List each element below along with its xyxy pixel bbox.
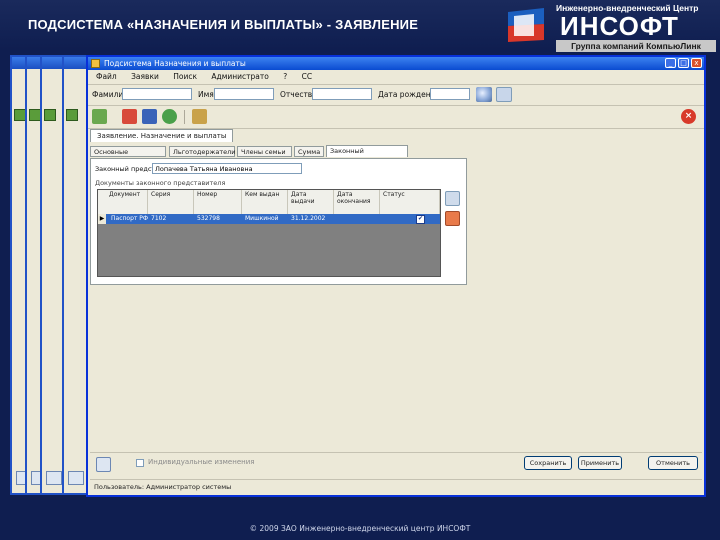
tab-representative[interactable]: Законный представитель <box>326 145 408 166</box>
menu-item-search[interactable]: Поиск <box>173 72 197 81</box>
new-document-icon[interactable] <box>92 109 107 124</box>
document-icon <box>66 109 78 121</box>
status-bar: Пользователь: Администратор системы <box>90 479 702 493</box>
individual-changes-label: Индивидуальные изменения <box>148 458 255 466</box>
save-button[interactable]: Сохранить <box>524 456 572 470</box>
close-button[interactable]: x <box>691 58 702 68</box>
clear-search-icon[interactable] <box>496 87 512 102</box>
individual-changes-checkbox[interactable] <box>136 459 144 467</box>
copyright: © 2009 ЗАО Инженерно-внедренческий центр… <box>249 524 471 533</box>
toolbar: × <box>88 106 704 129</box>
save-icon[interactable] <box>142 109 157 124</box>
app-icon <box>91 59 100 68</box>
tab-main-info[interactable]: Основные сведения <box>90 146 166 167</box>
row-selector-icon[interactable]: ▶ <box>98 214 106 224</box>
name-input[interactable] <box>214 88 274 100</box>
cancel-button[interactable]: Отменить <box>648 456 698 470</box>
column-header-status[interactable]: Статус <box>380 190 440 214</box>
logo-group: Группа компаний КомпьюЛинк <box>556 40 716 52</box>
window-title: Подсистема Назначения и выплаты <box>104 59 246 68</box>
column-header-number[interactable]: Номер <box>194 190 242 214</box>
menu-item-file[interactable]: Файл <box>96 72 117 81</box>
menu-item-requests[interactable]: Заявки <box>131 72 159 81</box>
representative-panel: Законный предст. Лопачева Татьяна Иванов… <box>90 158 467 285</box>
surname-input[interactable] <box>122 88 192 100</box>
birthdate-input[interactable] <box>430 88 470 100</box>
grid-header: Документ Серия Номер Кем выдан Дата выда… <box>98 190 440 215</box>
logo-name: ИНСОФТ <box>560 11 679 41</box>
column-header-issue-date[interactable]: Дата выдачи <box>288 190 334 214</box>
cell-issue-date: 31.12.2002 <box>291 215 326 222</box>
cell-end-date <box>334 214 337 224</box>
name-label: Имя <box>198 90 214 99</box>
table-row[interactable]: Паспорт РФ 7102 532798 Мишкиной 31.12.20… <box>98 214 440 224</box>
column-header-end-date[interactable]: Дата окончания <box>334 190 380 214</box>
cell-issued-by: Мишкиной <box>245 215 279 222</box>
slide-header: ПОДСИСТЕМА «НАЗНАЧЕНИЯ И ВЫПЛАТЫ» - ЗАЯВ… <box>0 0 720 52</box>
window-controls: _ □ x <box>665 58 702 68</box>
close-document-icon[interactable]: × <box>681 109 696 124</box>
footer-bar: Индивидуальные изменения Сохранить Приме… <box>90 452 702 475</box>
slide-title: ПОДСИСТЕМА «НАЗНАЧЕНИЯ И ВЫПЛАТЫ» - ЗАЯВ… <box>28 17 419 32</box>
tab-beneficiaries[interactable]: Льготодержатели <box>169 146 236 157</box>
menu-item-admin[interactable]: Администрато <box>211 72 268 81</box>
status-checkbox[interactable]: ✔ <box>416 215 425 224</box>
attachment-icon[interactable] <box>96 457 111 472</box>
menu-item-cc[interactable]: СС <box>302 72 312 81</box>
patronymic-input[interactable] <box>312 88 372 100</box>
search-bar: Фамилия Имя Отчество Дата рождения <box>88 85 704 106</box>
representative-label: Законный предст. <box>95 165 158 173</box>
maximize-button[interactable]: □ <box>678 58 689 68</box>
menu-item-help[interactable]: ? <box>283 72 287 81</box>
tab-document[interactable]: Заявление. Назначение и выплаты <box>90 129 234 142</box>
stacked-window-footer-button[interactable] <box>68 471 84 485</box>
minimize-button[interactable]: _ <box>665 58 676 68</box>
cell-number: 532798 <box>197 215 220 222</box>
main-window: Подсистема Назначения и выплаты _ □ x Фа… <box>86 55 706 497</box>
column-header-series[interactable]: Серия <box>148 190 194 214</box>
menu-bar: Файл Заявки Поиск Администрато ? СС <box>88 70 704 85</box>
document-tab-row: Заявление. Назначение и выплаты <box>88 129 704 142</box>
tab-family[interactable]: Члены семьи <box>237 146 292 157</box>
representative-input[interactable]: Лопачева Татьяна Ивановна <box>152 163 302 174</box>
tab-sum[interactable]: Сумма <box>294 146 324 157</box>
column-header-document[interactable]: Документ <box>106 190 148 214</box>
apply-button[interactable]: Применить <box>578 456 622 470</box>
logo-flag-icon <box>508 8 544 42</box>
slide-footer <box>0 505 720 540</box>
toolbar-separator <box>184 110 185 124</box>
inner-tab-bar: Основные сведения Льготодержатели Члены … <box>90 145 700 167</box>
documents-caption: Документы законного представителя <box>95 179 226 187</box>
edit-document-icon[interactable] <box>445 191 460 206</box>
cell-document: Паспорт РФ <box>111 215 149 222</box>
delete-document-icon[interactable] <box>445 211 460 226</box>
window-titlebar[interactable]: Подсистема Назначения и выплаты _ □ x <box>88 57 704 70</box>
document-icon <box>44 109 56 121</box>
delete-icon[interactable] <box>122 109 137 124</box>
column-header-issued-by[interactable]: Кем выдан <box>242 190 288 214</box>
print-icon[interactable] <box>192 109 207 124</box>
search-icon[interactable] <box>476 87 492 102</box>
stacked-window-footer-button[interactable] <box>46 471 62 485</box>
documents-grid: Документ Серия Номер Кем выдан Дата выда… <box>97 189 441 277</box>
cell-series: 7102 <box>151 215 167 222</box>
refresh-icon[interactable] <box>162 109 177 124</box>
